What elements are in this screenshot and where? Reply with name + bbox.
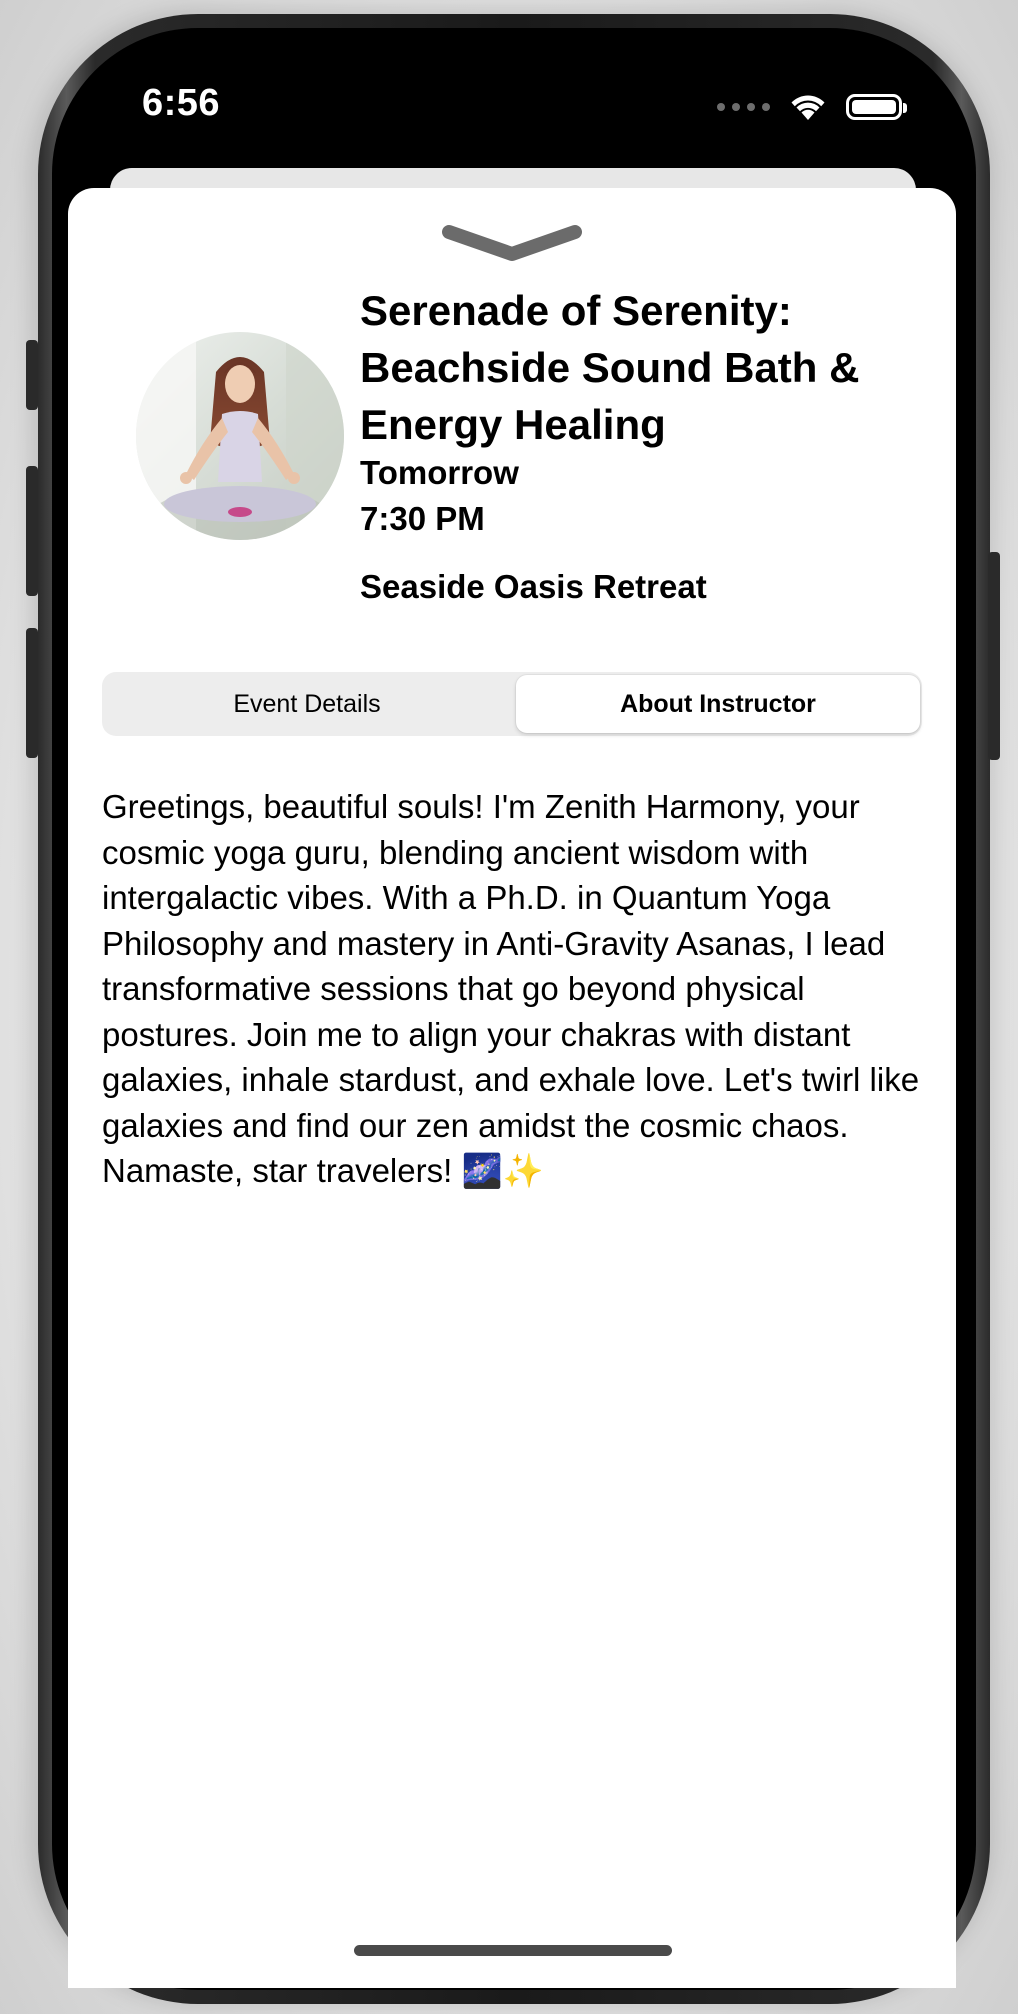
segmented-control: Event Details About Instructor: [102, 672, 922, 736]
instructor-avatar: [136, 332, 344, 540]
volume-up-button: [26, 466, 38, 596]
action-button: [26, 340, 38, 410]
battery-icon: [846, 94, 907, 120]
volume-down-button: [26, 628, 38, 758]
status-time: 6:56: [142, 82, 221, 124]
instructor-bio: Greetings, beautiful souls! I'm Zenith H…: [102, 788, 920, 1189]
event-venue: Seaside Oasis Retreat: [360, 568, 707, 605]
event-day: Tomorrow: [360, 454, 519, 491]
tab-event-details[interactable]: Event Details: [102, 672, 512, 736]
event-title: Serenade of Serenity: Beachside Sound Ba…: [360, 287, 860, 448]
chevron-down-icon[interactable]: [440, 222, 584, 264]
power-button: [988, 552, 1000, 760]
wifi-icon: [791, 95, 825, 120]
status-icons: [717, 92, 907, 122]
event-time: 7:30 PM: [360, 500, 485, 537]
home-indicator[interactable]: [354, 1945, 672, 1956]
tab-about-instructor[interactable]: About Instructor: [516, 675, 920, 733]
cellular-signal-icon: [717, 103, 770, 111]
device-canvas: 6:56 Serenade of Serenity: Beachside Sou…: [0, 0, 1018, 2014]
